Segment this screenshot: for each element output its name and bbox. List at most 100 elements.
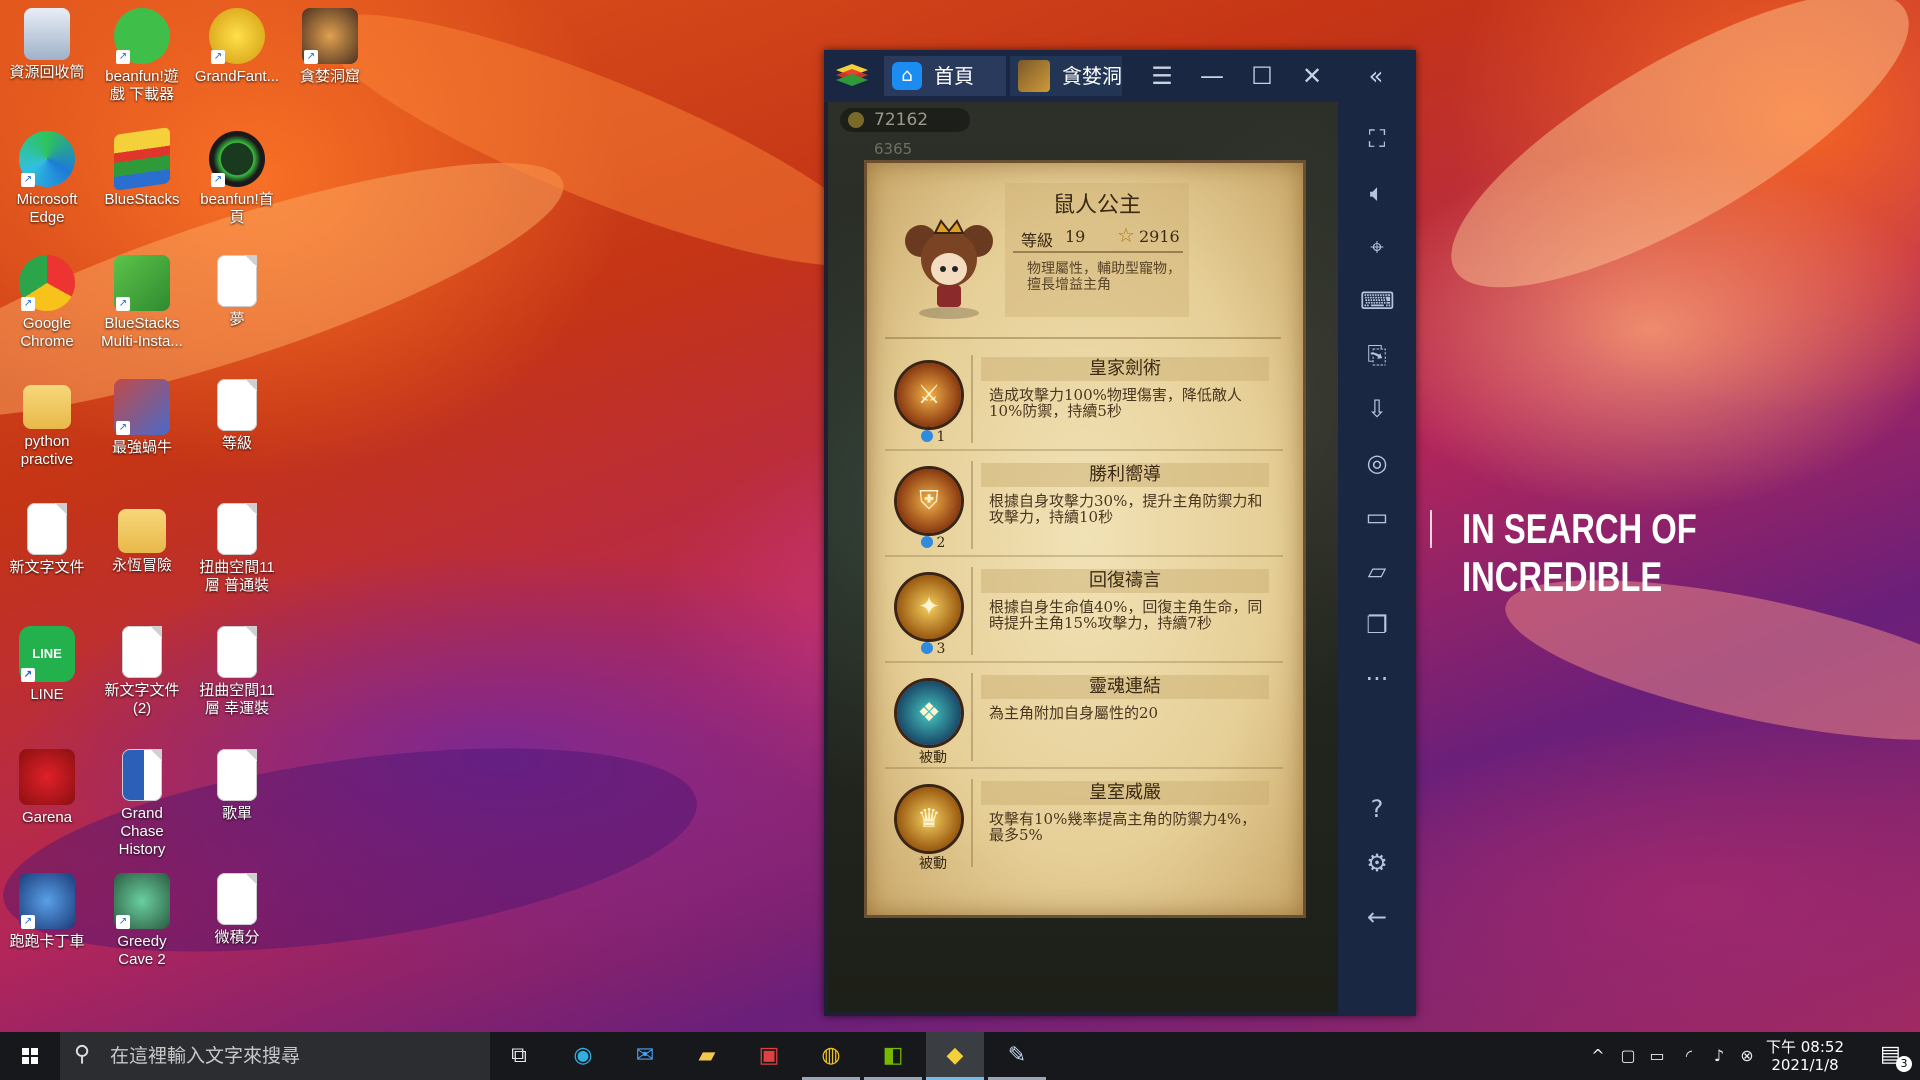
skill-unlock-value: 2 (936, 535, 946, 551)
install-apk-icon[interactable]: ⎘ (1360, 338, 1394, 372)
taskbar: ⚲ 在這裡輸入文字來搜尋 ⧉ ◉ ✉ ▰ ▣ ◍ ◧ ◆ ✎ ^ ▢ ▭ ◜ ♪… (0, 1032, 1920, 1080)
pet-name: 鼠人公主 (1052, 193, 1141, 218)
desktop-icon[interactable]: BlueStacks (98, 125, 186, 209)
edge-icon[interactable]: ◉ (554, 1032, 612, 1080)
desktop-icon-label: python practive (20, 433, 74, 468)
text-file-icon (217, 379, 257, 431)
bluestacks-icon[interactable]: ◆ (926, 1032, 984, 1080)
screenshot-icon[interactable]: ◎ (1360, 446, 1394, 480)
notification-center[interactable]: ▤ 3 (1862, 1032, 1920, 1080)
fullscreen-icon[interactable]: ⛶ (1360, 122, 1394, 156)
skill-description: 根據自身攻擊力30%，提升主角防禦力和攻擊力，持續10秒 (989, 492, 1263, 526)
desktop-icon[interactable]: ↗ BlueStacks Multi-Insta... (98, 249, 186, 351)
desktop-icon[interactable]: 資源回收筒 (3, 2, 91, 82)
paint-icon[interactable]: ✎ (988, 1032, 1046, 1080)
desktop-icon[interactable]: Garena (3, 743, 91, 827)
bluestacks-icon (114, 127, 170, 191)
shortcut-arrow-icon: ↗ (211, 50, 225, 64)
taskbar-search[interactable]: ⚲ 在這裡輸入文字來搜尋 (60, 1032, 490, 1080)
chrome-icon[interactable]: ◍ (802, 1032, 860, 1080)
shortcut-arrow-icon: ↗ (116, 915, 130, 929)
desktop-icon[interactable]: python practive (3, 373, 91, 469)
desktop-icon[interactable]: 夢 (193, 249, 281, 329)
skill-unlock: 1 (911, 429, 955, 445)
game-viewport[interactable]: 72162 6365 鼠人公主 等級 19 ☆ 2916 物理屬性，輔助型寵物，… (828, 102, 1338, 1012)
desktop-icon[interactable]: ↗ Google Chrome (3, 249, 91, 351)
desktop-icon[interactable]: 新文字文件 (2) (98, 620, 186, 718)
desktop-icon-label: GrandFant... (194, 68, 280, 85)
game-character-icon: ↗ (209, 8, 265, 64)
skill-row[interactable]: ⚔ 1 皇家劍術 造成攻擊力100%物理傷害，降低敵人10%防禦，持續5秒 (885, 351, 1283, 451)
desktop-icon[interactable]: LINE ↗ LINE (3, 620, 91, 704)
desktop-icon[interactable]: 永恆冒險 (98, 497, 186, 575)
desktop-icon[interactable]: 微積分 (193, 867, 281, 947)
skill-row[interactable]: ⛨ 2 勝利嚮導 根據自身攻擊力30%，提升主角防禦力和攻擊力，持續10秒 (885, 457, 1283, 557)
desktop-icon[interactable]: ↗ beanfun!遊戲 下載器 (98, 2, 186, 104)
apk-file-icon[interactable]: ⇩ (1360, 392, 1394, 426)
emulator-titlebar: ⌂ 首頁 貪婪洞 ☰ — ☐ ✕ « (824, 50, 1416, 102)
line-icon: LINE ↗ (19, 626, 75, 682)
gift-icon[interactable]: ▣ (740, 1032, 798, 1080)
desktop-icon[interactable]: 新文字文件 (3, 497, 91, 577)
chrome-icon: ↗ (19, 255, 75, 311)
clock-time: 下午 08:52 (1766, 1038, 1844, 1056)
keyboard-icon[interactable]: ⌨ (1360, 284, 1395, 318)
desktop-icon-label: BlueStacks Multi-Insta... (101, 315, 183, 350)
skill-row[interactable]: ♛ 被動 皇室威嚴 攻擊有10%幾率提高主角的防禦力4%，最多5% (885, 775, 1283, 875)
mute-icon[interactable]: ⊗ (1734, 1032, 1760, 1080)
device-icon[interactable]: ▢ (1614, 1032, 1642, 1080)
tab-game[interactable]: 貪婪洞 (1010, 56, 1122, 96)
crown-shield-skill-icon: ♛ (897, 787, 961, 851)
volume-icon[interactable]: 🔈︎ (1360, 176, 1394, 210)
tab-label: 首頁 (934, 64, 974, 88)
desktop-icon[interactable]: ↗ 跑跑卡丁車 (3, 867, 91, 951)
speaker-icon[interactable]: ♪ (1704, 1032, 1734, 1080)
close-icon[interactable]: ✕ (1296, 60, 1328, 92)
skill-row[interactable]: ✦ 3 回復禱言 根據自身生命值40%，回復主角生命，同時提升主角15%攻擊力，… (885, 563, 1283, 663)
wifi-icon[interactable]: ◜ (1674, 1032, 1704, 1080)
collapse-sidebar-icon[interactable]: « (1360, 60, 1392, 92)
desktop-icon-label: 貪婪洞窟 (299, 68, 360, 85)
tab-home[interactable]: ⌂ 首頁 (884, 56, 1006, 96)
back-icon[interactable]: ← (1360, 900, 1394, 934)
multi-instance-icon[interactable]: ❐ (1360, 608, 1394, 642)
home-icon: ⌂ (892, 62, 922, 90)
file-explorer-icon[interactable]: ▰ (678, 1032, 736, 1080)
desktop-icon[interactable]: ↗ beanfun!首頁 (193, 125, 281, 227)
search-placeholder: 在這裡輸入文字來搜尋 (110, 1045, 301, 1067)
star-icon: ☆ (1117, 223, 1135, 247)
help-icon[interactable]: ? (1360, 792, 1394, 826)
more-icon[interactable]: ··· (1360, 662, 1394, 696)
settings-icon[interactable]: ⚙ (1360, 846, 1394, 880)
desktop-icon[interactable]: 等級 (193, 373, 281, 453)
mail-icon[interactable]: ✉ (616, 1032, 674, 1080)
desktop-icon[interactable]: Grand Chase History (98, 743, 186, 859)
desktop-icon[interactable]: 歌單 (193, 743, 281, 823)
maximize-icon[interactable]: ☐ (1246, 60, 1278, 92)
desktop-icon[interactable]: ↗ 貪婪洞窟 (286, 2, 374, 86)
minimize-icon[interactable]: — (1196, 60, 1228, 92)
desktop-icon[interactable]: 扭曲空間11層 普通裝 (193, 497, 281, 595)
skill-row[interactable]: ❖ 被動 靈魂連結 為主角附加自身屬性的20 (885, 669, 1283, 769)
menu-icon[interactable]: ☰ (1146, 60, 1178, 92)
desktop-icon[interactable]: ↗ Greedy Cave 2 (98, 867, 186, 969)
battery-icon[interactable]: ▭ (1642, 1032, 1672, 1080)
start-button[interactable] (0, 1032, 60, 1080)
task-view-icon[interactable]: ⧉ (490, 1032, 548, 1080)
text-file-icon (27, 503, 67, 555)
pointer-icon[interactable]: ⌖ (1360, 230, 1394, 264)
show-hidden-icons-icon[interactable]: ^ (1584, 1032, 1612, 1080)
gem-icon (920, 536, 933, 548)
desktop-icon[interactable]: ↗ 最強蝸牛 (98, 373, 186, 457)
text-file-icon (122, 626, 162, 678)
desktop-icon[interactable]: 扭曲空間11層 幸運裝 (193, 620, 281, 718)
shortcut-arrow-icon: ↗ (21, 668, 35, 682)
record-icon[interactable]: ▭ (1360, 500, 1394, 534)
desktop-icon[interactable]: ↗ Microsoft Edge (3, 125, 91, 227)
desktop-icon[interactable]: ↗ GrandFant... (193, 2, 281, 86)
desktop: IN SEARCH OF INCREDIBLE 資源回收筒 ↗ Microsof… (0, 0, 1920, 1032)
nvidia-icon[interactable]: ◧ (864, 1032, 922, 1080)
clock[interactable]: 下午 08:52 2021/1/8 (1760, 1038, 1850, 1074)
skill-unlock-value: 1 (936, 429, 946, 445)
folder-icon[interactable]: ▱ (1360, 554, 1394, 588)
